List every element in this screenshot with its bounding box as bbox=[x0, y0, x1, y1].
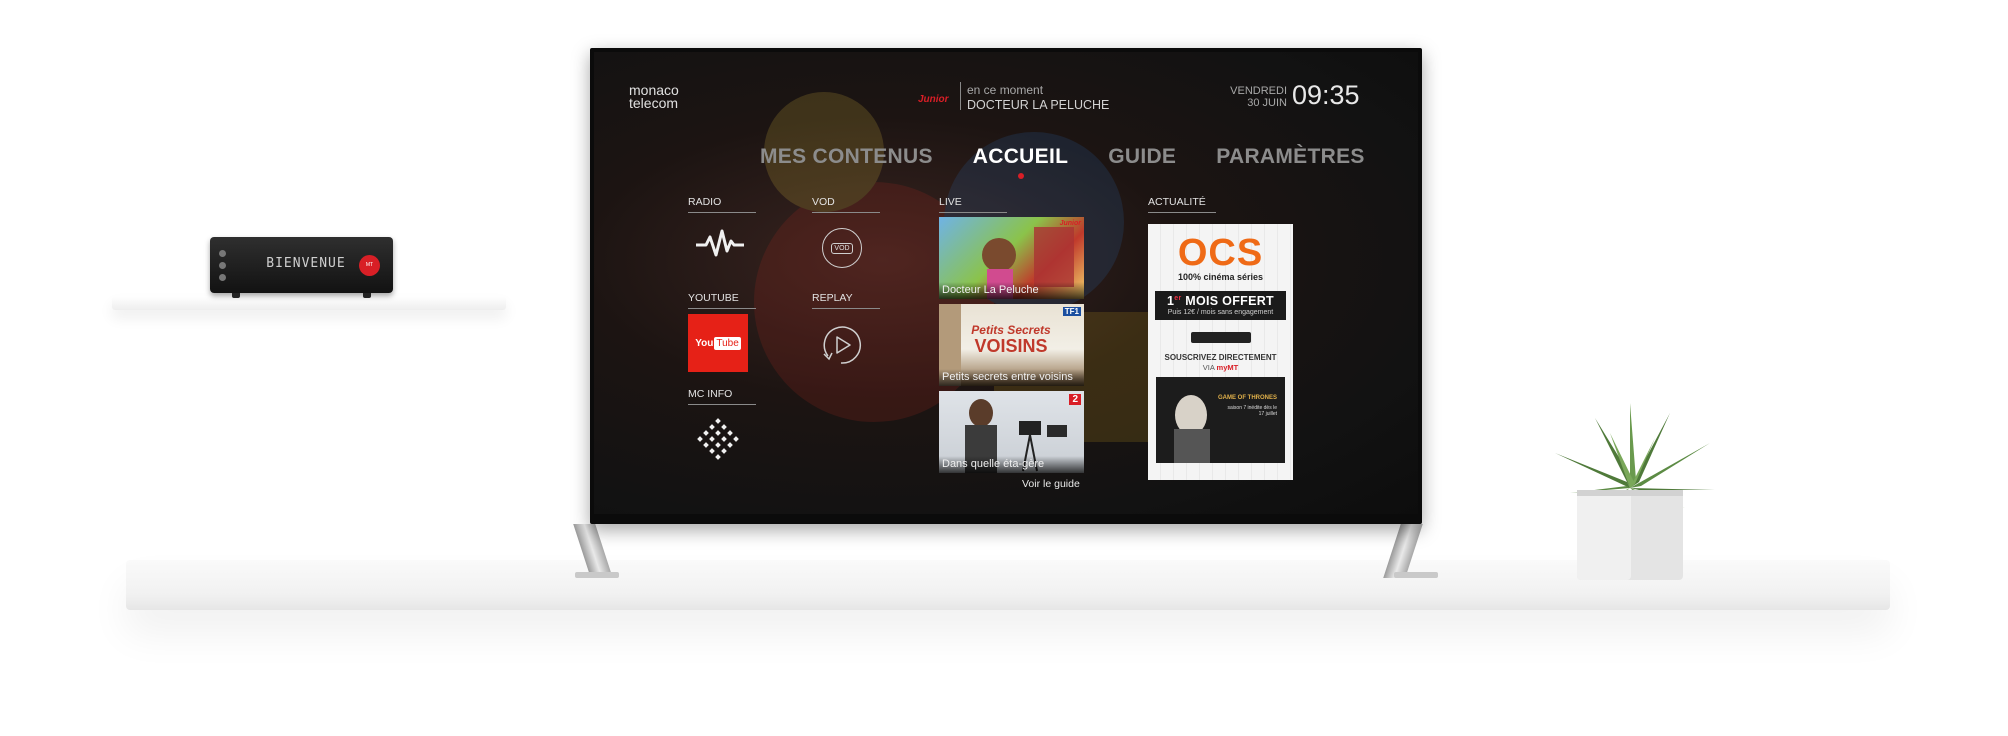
nav-item-mes-contenus[interactable]: MES CONTENUS bbox=[760, 145, 933, 169]
ocs-logo: OCS bbox=[1177, 232, 1264, 274]
clock: 09:35 bbox=[1292, 80, 1360, 110]
channel-logo-france2: 2 bbox=[1069, 394, 1081, 405]
now-playing-divider bbox=[960, 82, 961, 110]
svg-text:Petits Secrets: Petits Secrets bbox=[971, 323, 1051, 337]
section-label-vod: VOD bbox=[812, 196, 880, 213]
section-label-replay: REPLAY bbox=[812, 292, 880, 309]
monaco-telecom-logo-icon: MT bbox=[359, 255, 380, 276]
ocs-offer-headline: 1er MOIS OFFERT bbox=[1167, 294, 1274, 308]
youtube-logo-you: You bbox=[695, 337, 714, 349]
section-label-youtube: YOUTUBE bbox=[688, 292, 756, 309]
brand-logo: monaco telecom bbox=[629, 83, 679, 111]
tv-screen: monaco telecom Junior en ce moment DOCTE… bbox=[594, 52, 1418, 514]
svg-text:VOISINS: VOISINS bbox=[974, 336, 1047, 356]
section-label-mc-info: MC INFO bbox=[688, 388, 756, 405]
ocs-tv-subtitle: saison 7 inédite dès le 17 juillet bbox=[1227, 405, 1277, 417]
section-label-radio: RADIO bbox=[688, 196, 756, 213]
voir-le-guide-link[interactable]: Voir le guide bbox=[1022, 478, 1080, 490]
ocs-tv-title: GAME OF THRONES bbox=[1217, 395, 1277, 401]
set-top-box-display: BIENVENUE bbox=[266, 256, 346, 271]
nav-item-parametres[interactable]: PARAMÈTRES bbox=[1216, 145, 1364, 169]
live-card[interactable]: Petits Secrets VOISINS TF1 Petits secret… bbox=[939, 304, 1084, 386]
active-indicator-dot bbox=[1017, 173, 1024, 179]
section-label-actualite: ACTUALITÉ bbox=[1148, 196, 1216, 213]
set-top-box: BIENVENUE MT bbox=[210, 237, 393, 298]
youtube-tile[interactable]: You Tube bbox=[688, 314, 748, 372]
waveform-icon[interactable] bbox=[694, 227, 746, 261]
section-label-live: LIVE bbox=[939, 196, 1007, 213]
set-top-box-leds bbox=[219, 250, 226, 281]
nav-item-guide[interactable]: GUIDE bbox=[1108, 145, 1176, 169]
nav-item-accueil-label: ACCUEIL bbox=[972, 145, 1069, 168]
ocs-tagline: 100% cinéma séries bbox=[1177, 272, 1264, 282]
live-card-title: Docteur La Peluche bbox=[939, 282, 1084, 299]
day-label: VENDREDI bbox=[1230, 85, 1287, 97]
small-wall-shelf bbox=[112, 296, 506, 310]
ocs-subscribe-text: SOUSCRIVEZ DIRECTEMENT bbox=[1164, 353, 1277, 362]
ocs-tv-image: GAME OF THRONES saison 7 inédite dès le … bbox=[1156, 377, 1285, 463]
diamond-dots-icon[interactable] bbox=[695, 418, 741, 464]
date-label: 30 JUIN bbox=[1247, 97, 1287, 109]
nav-item-accueil[interactable]: ACCUEIL bbox=[972, 145, 1069, 179]
youtube-logo-tube: Tube bbox=[714, 336, 741, 350]
live-card[interactable]: Junior Docteur La Peluche bbox=[939, 217, 1084, 299]
ocs-offer-box: 1er MOIS OFFERT Puis 12€ / mois sans eng… bbox=[1155, 291, 1286, 320]
ocs-offer-subtext: Puis 12€ / mois sans engagement bbox=[1167, 309, 1274, 316]
live-card-title: Petits secrets entre voisins bbox=[939, 369, 1084, 386]
main-nav: MES CONTENUS ACCUEIL GUIDE PARAMÈTRES bbox=[760, 145, 1365, 179]
now-playing-label: en ce moment bbox=[967, 83, 1044, 97]
television: monaco telecom Junior en ce moment DOCTE… bbox=[590, 48, 1422, 524]
set-top-box-image bbox=[1190, 332, 1251, 343]
tv-foot-right bbox=[1394, 572, 1438, 578]
vod-icon[interactable]: VOD bbox=[822, 228, 862, 268]
brand-line-2: telecom bbox=[629, 95, 679, 111]
now-playing-program: DOCTEUR LA PELUCHE bbox=[967, 98, 1110, 112]
date-display: VENDREDI 30 JUIN bbox=[1227, 85, 1287, 109]
channel-logo-junior: Junior bbox=[1059, 220, 1081, 227]
ocs-via-text: VIA myMT bbox=[1202, 363, 1239, 372]
channel-logo-tf1: TF1 bbox=[1062, 307, 1081, 316]
potted-plant-icon bbox=[1555, 403, 1715, 580]
ocs-ad-banner[interactable]: OCS 100% cinéma séries 1er MOIS OFFERT P… bbox=[1148, 224, 1293, 480]
play-icon[interactable] bbox=[820, 324, 862, 366]
live-card[interactable]: 2 Dans quelle éta-gère bbox=[939, 391, 1084, 473]
now-playing-channel-logo: Junior bbox=[918, 94, 949, 105]
tv-foot-left bbox=[575, 572, 619, 578]
vod-icon-text: VOD bbox=[831, 242, 853, 254]
game-of-thrones-thumbnail bbox=[1174, 395, 1210, 463]
live-card-title: Dans quelle éta-gère bbox=[939, 456, 1084, 473]
